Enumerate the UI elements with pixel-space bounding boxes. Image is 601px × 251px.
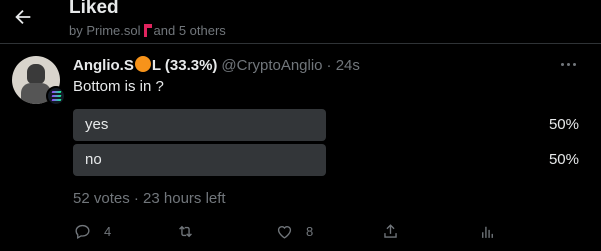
poll-option-no: no 50% [73,144,589,176]
author-name[interactable]: Anglio.S L (33.3%) [73,56,217,74]
reply-button[interactable]: 4 [73,220,111,242]
like-icon [277,225,292,239]
analytics-icon [482,226,493,238]
retweet-button[interactable] [176,220,207,242]
author-handle[interactable]: @CryptoAnglio [221,57,322,74]
reply-count: 4 [104,223,112,239]
tweet-time[interactable]: · 24s [327,57,360,74]
header-divider [0,43,601,44]
page-title: Liked [69,0,119,18]
poll-bar [73,109,326,141]
share-button[interactable] [381,220,400,242]
poll-option-label: no [85,151,102,168]
poll-meta: 52 votes · 23 hours left [73,190,226,207]
analytics-button[interactable] [478,220,497,242]
flag-icon [143,24,152,37]
tweet-text: Bottom is in ? [73,78,164,95]
like-count: 8 [306,223,314,239]
author-name-start: Anglio.S [73,57,134,74]
solana-badge-icon [46,86,66,106]
liked-by-prefix: by Prime.sol [69,23,141,38]
back-arrow-icon[interactable] [12,6,34,28]
poll-option-label: yes [85,116,109,133]
liked-by-suffix: and 5 others [153,23,226,38]
coin-icon [134,56,151,72]
poll-bar [73,144,326,176]
author-name-end: L (33.3%) [151,57,218,74]
poll-option-percent: 50% [548,151,579,168]
liked-by-line[interactable]: by Prime.sol and 5 others [69,23,226,38]
like-button[interactable]: 8 [275,220,313,242]
reply-icon [75,224,90,239]
header: Liked by Prime.sol and 5 others [0,0,601,43]
tweet-author-row: Anglio.S L (33.3%) @CryptoAnglio · 24s [73,56,360,74]
share-icon [384,223,397,238]
tweet-actions: 4 8 [73,220,589,242]
poll-option-percent: 50% [548,116,579,133]
retweet-icon [179,225,192,237]
poll-option-yes: yes 50% [73,109,589,141]
more-icon[interactable] [561,57,579,71]
